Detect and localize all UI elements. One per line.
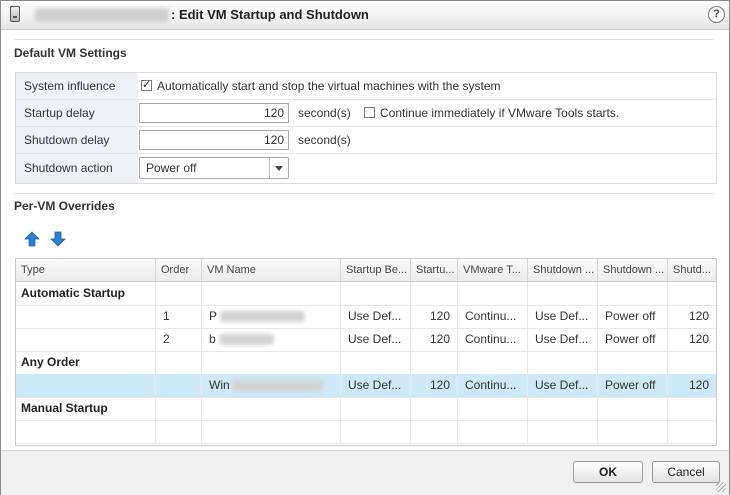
move-up-icon[interactable] [24,231,40,247]
vm-order: 2 [156,328,202,351]
continue-if-tools-checkbox[interactable] [364,107,375,118]
divider [14,193,714,194]
group-label: Automatic Startup [16,282,156,305]
column-header-startup-delay[interactable]: Startu... [411,259,458,281]
section-title-default-vm-settings: Default VM Settings [14,46,127,60]
shutdown-delay: 120 [688,378,709,392]
shutdown-action-value: Power off [146,161,197,175]
edit-startup-shutdown-dialog: : Edit VM Startup and Shutdown ? Default… [0,0,730,495]
startup-delay-unit: second(s) [298,106,351,120]
startup-behavior: Use Def... [341,305,411,328]
column-header-order[interactable]: Order [156,259,202,281]
group-label: Any Order [16,351,156,374]
startup-delay: 120 [411,328,458,351]
setting-label: Startup delay [16,100,138,126]
column-header-shutdown-delay[interactable]: Shutd... [668,259,716,281]
divider [14,39,714,40]
default-settings-table: System influence Automatically start and… [15,72,717,184]
column-header-vmware-tools[interactable]: VMware T... [458,259,528,281]
table-row[interactable]: 2 b Use Def... 120 Continu... Use Def...… [16,328,716,352]
empty-row [16,420,716,444]
startup-behavior: Use Def... [341,374,411,397]
shutdown-delay: 120 [688,309,709,323]
auto-start-checkbox[interactable] [141,78,152,91]
vm-order [156,374,202,397]
setting-label: System influence [16,73,138,99]
startup-delay: 120 [411,305,458,328]
column-header-vm-name[interactable]: VM Name [202,259,341,281]
resize-grip-icon[interactable] [716,482,726,492]
help-icon[interactable]: ? [708,6,725,23]
auto-start-text: Automatically start and stop the virtual… [157,79,501,93]
vm-name: Win [202,374,341,397]
cancel-button[interactable]: Cancel [652,461,720,483]
vmware-tools: Continu... [458,328,528,351]
startup-delay-input[interactable]: 120 [139,103,289,123]
shutdown-action: Power off [598,374,668,397]
table-row-selected[interactable]: Win Use Def... 120 Continu... Use Def...… [16,374,716,398]
grid-header: Type Order VM Name Startup Be... Startu.… [16,259,716,282]
per-vm-overrides-grid: Type Order VM Name Startup Be... Startu.… [15,258,717,446]
section-title-per-vm-overrides: Per-VM Overrides [14,199,115,213]
group-row-automatic-startup[interactable]: Automatic Startup [16,282,716,306]
dialog-titlebar: : Edit VM Startup and Shutdown ? [1,1,729,30]
table-row[interactable]: 1 P Use Def... 120 Continu... Use Def...… [16,305,716,329]
group-row-manual-startup[interactable]: Manual Startup [16,397,716,421]
host-name-redacted [35,8,169,22]
shutdown-delay: 120 [688,332,709,346]
vm-order: 1 [156,305,202,328]
chevron-down-icon[interactable] [269,158,288,178]
dialog-footer: OK Cancel [1,450,729,495]
shutdown-delay-unit: second(s) [298,133,351,147]
vm-name: P [202,305,341,328]
host-icon [10,6,20,22]
continue-if-tools-text: Continue immediately if VMware Tools sta… [380,106,620,120]
ok-button[interactable]: OK [573,461,643,483]
startup-behavior: Use Def... [341,328,411,351]
vmware-tools: Continu... [458,305,528,328]
shutdown-action: Power off [598,305,668,328]
shutdown-delay-input[interactable]: 120 [139,130,289,150]
group-row-any-order[interactable]: Any Order [16,351,716,375]
vm-name: b [202,328,341,351]
shutdown-action: Power off [598,328,668,351]
move-down-icon[interactable] [50,231,66,247]
shutdown-action-select[interactable]: Power off [139,157,289,179]
shutdown-behavior: Use Def... [528,374,598,397]
setting-label: Shutdown delay [16,127,138,153]
column-header-type[interactable]: Type [16,259,156,281]
setting-row-startup-delay: Startup delay 120 second(s) Continue imm… [16,100,716,127]
shutdown-behavior: Use Def... [528,328,598,351]
shutdown-behavior: Use Def... [528,305,598,328]
column-header-shutdown-action[interactable]: Shutdown ... [598,259,668,281]
column-header-startup-behavior[interactable]: Startup Be... [341,259,411,281]
setting-row-system-influence: System influence Automatically start and… [16,73,716,100]
setting-label: Shutdown action [16,154,138,183]
dialog-title: : Edit VM Startup and Shutdown [171,7,369,22]
setting-row-shutdown-delay: Shutdown delay 120 second(s) [16,127,716,154]
startup-delay: 120 [411,374,458,397]
setting-row-shutdown-action: Shutdown action Power off [16,154,716,183]
column-header-shutdown-behavior[interactable]: Shutdown ... [528,259,598,281]
group-label: Manual Startup [16,397,156,420]
vmware-tools: Continu... [458,374,528,397]
